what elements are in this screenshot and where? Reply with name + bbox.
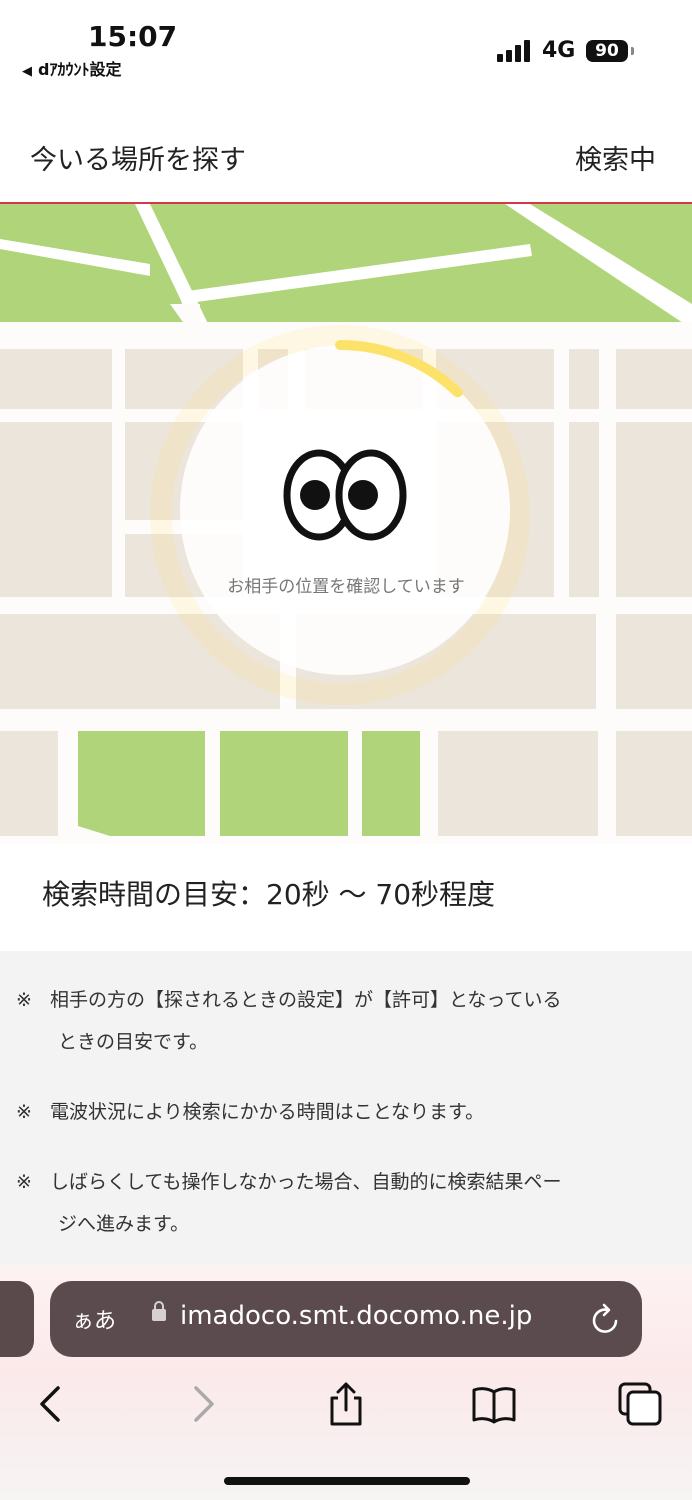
locating-message-text: お相手の位置を確認しています: [227, 577, 465, 597]
eyes-icon: [283, 449, 407, 541]
note-mark: ※: [16, 989, 32, 1011]
note-line: しばらくしても操作しなかった場合、自動的に検索結果ペー: [50, 1171, 562, 1193]
browser-bar: ぁあ imadoco.smt.docomo.ne.jp: [0, 1265, 692, 1500]
page-header: 今いる場所を探す 検索中: [0, 110, 692, 202]
status-bar: 15:07 ◀ dｱｶｳﾝﾄ設定 4G 90: [0, 0, 692, 88]
notes-panel: ※ 相手の方の【探されるときの設定】が【許可】となっている ときの目安です。 ※…: [0, 951, 692, 1271]
url-text: imadoco.smt.docomo.ne.jp: [180, 1301, 533, 1331]
home-indicator[interactable]: [224, 1477, 470, 1485]
battery-tip: [631, 47, 634, 55]
battery-icon: 90: [586, 40, 628, 62]
signal-icon: [497, 40, 531, 62]
forward-button[interactable]: [178, 1380, 226, 1428]
reload-icon[interactable]: [590, 1301, 622, 1337]
bookmarks-icon[interactable]: [470, 1380, 518, 1428]
page-settings-button[interactable]: ぁあ: [72, 1303, 116, 1335]
network-type: 4G: [542, 38, 576, 63]
search-time-estimate: 検索時間の目安：20秒 ～ 70秒程度: [42, 878, 496, 911]
status-time: 15:07: [88, 20, 178, 53]
page-title: 今いる場所を探す: [30, 145, 246, 176]
note-mark: ※: [16, 1101, 32, 1123]
back-to-app-link[interactable]: ◀ dｱｶｳﾝﾄ設定: [22, 56, 121, 80]
search-status: 検索中: [575, 145, 656, 176]
battery-level: 90: [595, 41, 619, 61]
lock-icon: [152, 1301, 166, 1321]
back-triangle-icon: ◀: [22, 64, 32, 79]
note-line: 相手の方の【探されるときの設定】が【許可】となっている: [50, 989, 562, 1011]
back-app-label: dｱｶｳﾝﾄ設定: [38, 60, 122, 79]
tabs-icon[interactable]: [616, 1380, 664, 1428]
share-icon[interactable]: [322, 1380, 370, 1428]
note-line: ときの目安です。: [58, 1031, 209, 1053]
note-line: ジへ進みます。: [58, 1213, 190, 1235]
previous-tab-pill[interactable]: [0, 1281, 34, 1357]
note-line: 電波状況により検索にかかる時間はことなります。: [50, 1101, 485, 1123]
back-button[interactable]: [28, 1380, 76, 1428]
locating-message: お相手の位置を確認しています: [0, 572, 692, 597]
note-mark: ※: [16, 1171, 32, 1193]
address-bar[interactable]: ぁあ imadoco.smt.docomo.ne.jp: [50, 1281, 642, 1357]
